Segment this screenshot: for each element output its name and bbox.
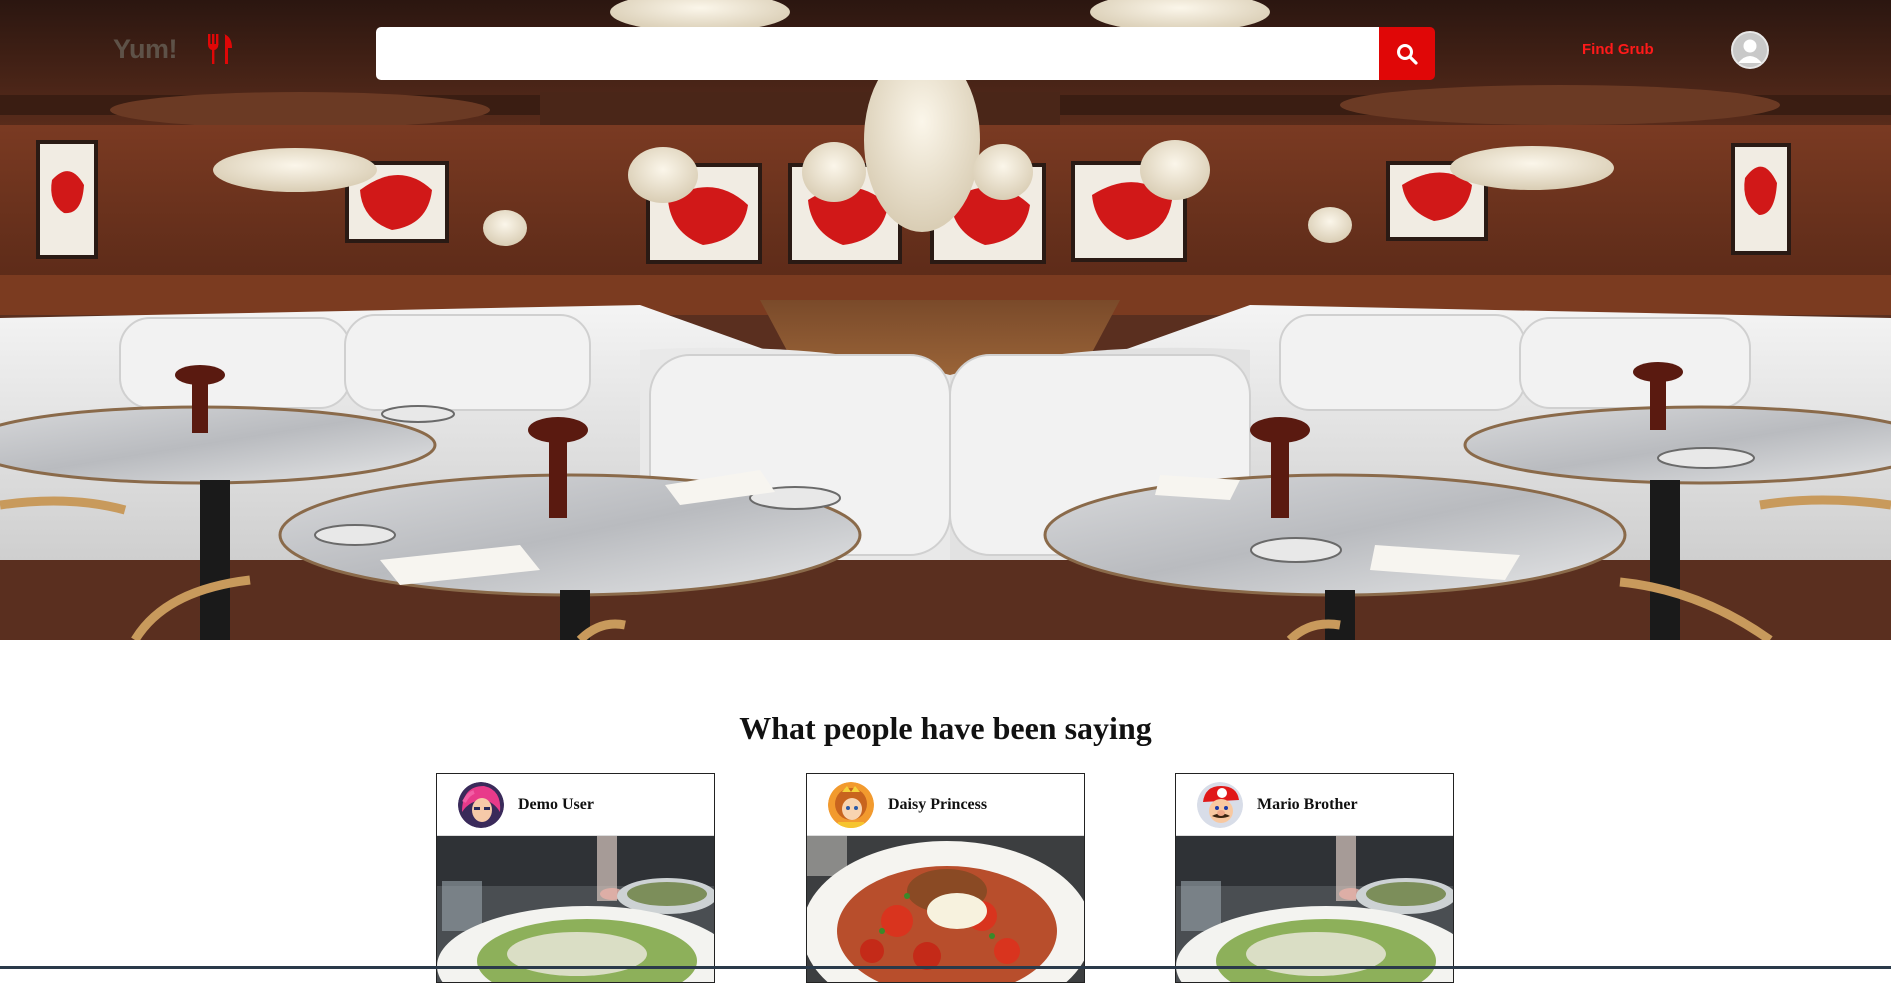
find-grub-link[interactable]: Find Grub — [1582, 41, 1654, 58]
logo-home-link[interactable]: Yum! — [113, 33, 235, 65]
caesar-salad-photo — [1176, 836, 1453, 982]
search-input[interactable] — [376, 27, 1379, 80]
review-card[interactable]: Mario Brother — [1175, 773, 1454, 983]
review-card-header: Demo User — [437, 774, 714, 836]
review-card[interactable]: Daisy Princess — [806, 773, 1085, 983]
search-bar — [376, 27, 1435, 80]
review-user-name: Daisy Princess — [888, 795, 988, 813]
profile-button[interactable] — [1731, 31, 1769, 69]
mario-avatar — [1197, 781, 1243, 828]
fork-knife-icon — [208, 34, 233, 64]
review-card-header: Mario Brother — [1176, 774, 1453, 836]
princess-daisy-avatar — [828, 781, 874, 828]
hero-banner — [0, 0, 1891, 640]
reviews-section-title: What people have been saying — [739, 710, 1152, 746]
review-card[interactable]: Demo User — [436, 773, 715, 983]
pasta-dish-photo — [807, 836, 1084, 982]
restaurant-interior-image — [0, 0, 1891, 640]
user-avatar-icon — [1733, 33, 1767, 67]
review-user-name: Mario Brother — [1257, 795, 1358, 813]
logo-text: Yum! — [113, 33, 178, 64]
review-card-header: Daisy Princess — [807, 774, 1084, 836]
search-icon — [1397, 43, 1418, 65]
search-button[interactable] — [1379, 27, 1435, 80]
caesar-salad-photo — [437, 836, 714, 982]
review-user-name: Demo User — [518, 795, 594, 813]
pink-hair-avatar — [458, 781, 504, 828]
